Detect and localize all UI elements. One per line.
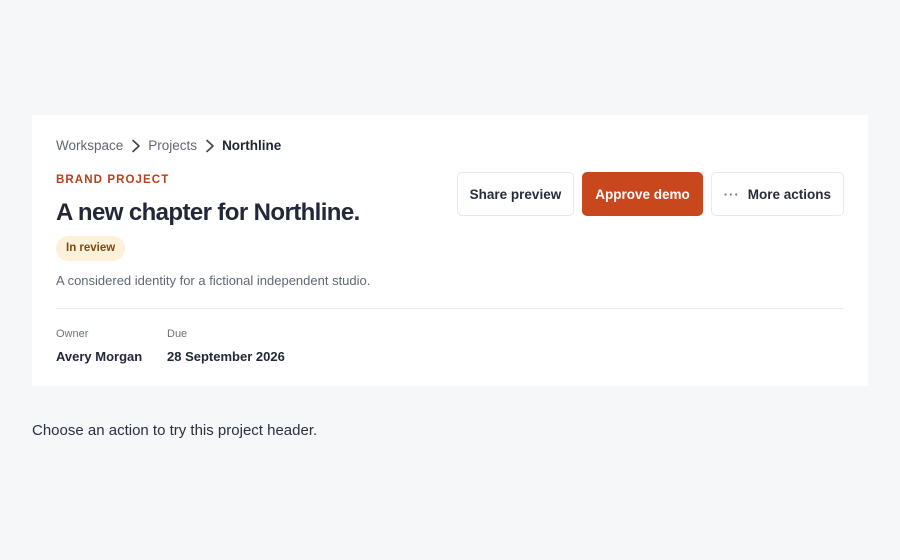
- status-badge: In review: [56, 236, 126, 261]
- chevron-right-icon: [206, 139, 214, 153]
- project-header-card: Workspace Projects Northline BRAND PROJE…: [32, 115, 868, 386]
- owner-label: Owner: [56, 328, 89, 340]
- breadcrumb-projects[interactable]: Projects: [148, 137, 197, 155]
- project-description: A considered identity for a fictional in…: [56, 273, 371, 288]
- action-hint: Choose an action to try this project hea…: [32, 422, 318, 439]
- due-value: 28 September 2026: [167, 349, 285, 364]
- more-horizontal-icon: ···: [723, 186, 740, 202]
- project-type-label: BRAND PROJECT: [56, 174, 170, 186]
- more-actions-label: More actions: [747, 186, 831, 202]
- breadcrumb: Workspace Projects Northline: [56, 137, 281, 155]
- breadcrumb-current: Northline: [222, 138, 282, 153]
- chevron-right-icon: [132, 139, 141, 153]
- owner-value: Avery Morgan: [56, 349, 143, 364]
- owner-field: Owner Avery Morgan: [56, 327, 142, 365]
- header-actions: Share preview Approve demo ··· More acti…: [456, 172, 844, 216]
- share-preview-button[interactable]: Share preview: [456, 172, 575, 216]
- breadcrumb-workspace[interactable]: Workspace: [56, 137, 123, 155]
- due-label: Due: [167, 328, 188, 340]
- due-field: Due 28 September 2026: [167, 327, 285, 365]
- approve-demo-button[interactable]: Approve demo: [582, 172, 703, 216]
- page-title: A new chapter for Northline.: [56, 199, 360, 226]
- more-actions-button[interactable]: ··· More actions: [710, 172, 844, 216]
- divider: [56, 308, 844, 309]
